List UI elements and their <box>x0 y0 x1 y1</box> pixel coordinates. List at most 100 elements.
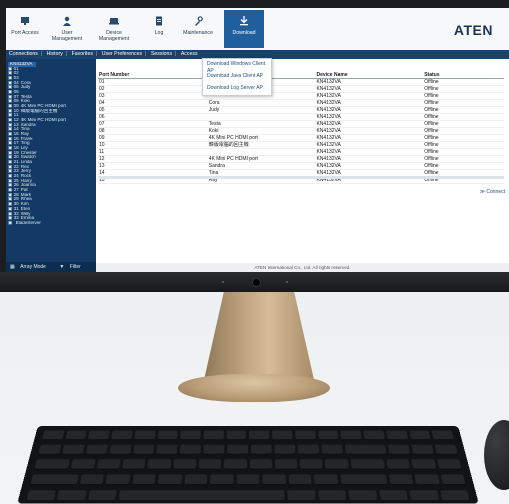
table-cell: Offline <box>424 128 439 134</box>
table-cell <box>209 149 317 155</box>
tree-item-name: Emma <box>20 216 35 221</box>
tab-access[interactable]: Access <box>178 51 201 57</box>
tree-item-number: 19 <box>13 150 19 155</box>
tree-item-number: 07 <box>13 94 19 99</box>
tab-separator: | <box>95 51 98 57</box>
table-cell: 03 <box>99 93 105 99</box>
wrench-icon <box>193 16 203 26</box>
table-cell: 06 <box>99 114 105 120</box>
tree-item-number: 27 <box>13 188 19 193</box>
table-row[interactable]: 05 Judy KN4132VA Offline <box>98 107 504 114</box>
keyboard-row <box>22 474 474 486</box>
table-cell: KN4132VA <box>316 149 341 155</box>
tree-item-name: Willy <box>20 211 31 216</box>
connect-button[interactable]: ≫ Connect <box>480 189 505 195</box>
horizontal-scrollbar[interactable] <box>98 176 504 179</box>
table-cell: KN4132VA <box>316 107 341 113</box>
table-cell: 韓版電腦的回主機 <box>208 142 249 148</box>
table-cell: KN4132VA <box>316 100 341 106</box>
tree-item-number: 15 <box>13 132 19 137</box>
table-row[interactable]: 02 KN4132VA Offline <box>98 86 504 93</box>
table-cell: Sandra <box>208 163 225 169</box>
tree-item-number: 28 <box>13 192 19 197</box>
table-row[interactable]: 11 KN4132VA Offline <box>98 149 504 156</box>
table-row[interactable]: 03 KN4132VA Offline <box>98 93 504 100</box>
port-table: Port Number Port Name Device Name Status… <box>98 72 504 184</box>
tree-item-name: Testa <box>20 94 32 99</box>
table-cell: 09 <box>99 135 105 141</box>
table-row[interactable]: 07 Testa KN4132VA Offline <box>98 121 504 128</box>
download-label: Download <box>232 30 256 36</box>
tree-item-number: 16 <box>13 136 19 141</box>
table-cell: KN4132VA <box>316 79 341 85</box>
tree-item-number: 08 <box>13 99 19 104</box>
array-mode-button[interactable]: ▦ Array Mode <box>10 264 46 270</box>
tree-item-number: 11 <box>13 113 19 118</box>
tree-item-name: Tina <box>20 127 30 132</box>
download-button[interactable]: Download <box>224 10 264 48</box>
screen: Port Access User Management Device Manag… <box>6 8 509 272</box>
download-java-client-item[interactable]: Download Java Client AP <box>203 71 271 83</box>
monitor-chin <box>0 272 509 292</box>
tree-item-number: 33 <box>13 216 19 221</box>
table-cell: 04 <box>99 100 105 106</box>
log-button[interactable]: Log <box>144 10 174 48</box>
tab-history[interactable]: History <box>44 51 66 57</box>
tree-item-name: Linda <box>20 160 32 165</box>
table-row[interactable]: 10 韓版電腦的回主機 KN4132VA Offline <box>98 142 504 149</box>
tree-item-name: Swatch <box>20 155 36 160</box>
table-cell: KN4132VA <box>316 114 341 120</box>
keyboard-row <box>30 444 466 455</box>
tree-item-number: 18 <box>13 146 19 151</box>
tree-item-number: 12 <box>13 118 19 123</box>
table-cell: 07 <box>99 121 105 127</box>
monitor-icon <box>20 16 30 26</box>
mouse <box>484 420 509 490</box>
maintenance-button[interactable]: Maintenance <box>180 10 216 48</box>
tab-connections[interactable]: Connections <box>6 51 41 57</box>
tree-item-number: 20 <box>13 155 19 160</box>
tree-item-name: Ting <box>20 141 30 146</box>
table-cell: 13 <box>99 163 105 169</box>
array-mode-label: Array Mode <box>20 264 46 270</box>
table-row[interactable]: 01 KN4132VA Offline <box>98 79 504 86</box>
tab-separator: | <box>40 51 43 57</box>
keyboard <box>17 426 479 504</box>
download-menu: Download Windows Client AP Download Java… <box>202 58 272 96</box>
table-row[interactable]: 13 Sandra KN4132VA Offline <box>98 163 504 170</box>
tree-item-name: Harry <box>20 178 32 183</box>
table-cell: 08 <box>99 128 105 134</box>
tree-item-number: 21 <box>13 160 19 165</box>
table-cell: KN4132VA <box>316 163 341 169</box>
tree-item[interactable]: ▣ BladeServer <box>8 221 94 226</box>
monitor-base <box>178 374 330 402</box>
header-port-number[interactable]: Port Number <box>98 72 209 78</box>
table-cell: Offline <box>424 100 439 106</box>
camera-icon <box>252 278 261 287</box>
table-row[interactable]: 04 Cora KN4132VA Offline <box>98 100 504 107</box>
monitor: Port Access User Management Device Manag… <box>0 0 509 292</box>
table-row[interactable]: 06 KN4132VA Offline <box>98 114 504 121</box>
table-cell: Offline <box>424 156 439 162</box>
filter-button[interactable]: ▼ Filter <box>59 264 80 270</box>
table-row[interactable]: 12 4K Mini PC HDMI port KN4132VA Offline <box>98 156 504 163</box>
port-access-button[interactable]: Port Access <box>8 10 42 48</box>
download-log-server-item[interactable]: Download Log Server AP <box>203 83 271 95</box>
header-status[interactable]: Status <box>424 72 504 78</box>
device-management-button[interactable]: Device Management <box>92 10 136 48</box>
table-row[interactable]: 09 4K Mini PC HDMI port KN4132VA Offline <box>98 135 504 142</box>
table-row[interactable]: 08 Koki KN4132VA Offline <box>98 128 504 135</box>
table-cell: Offline <box>424 142 439 148</box>
tab-sessions[interactable]: Sessions <box>148 51 175 57</box>
tree-item-number: 29 <box>13 197 19 202</box>
user-management-button[interactable]: User Management <box>46 10 88 48</box>
log-label: Log <box>154 30 164 36</box>
connect-label: Connect <box>486 189 505 195</box>
header-device-name[interactable]: Device Name <box>316 72 424 78</box>
keyboard-row <box>18 490 478 502</box>
tab-favorites[interactable]: Favorites <box>69 51 96 57</box>
tab-user-preferences[interactable]: User Preferences <box>99 51 145 57</box>
table-cell: KN4132VA <box>316 93 341 99</box>
download-windows-client-item[interactable]: Download Windows Client AP <box>203 59 271 74</box>
tree-item-number: 04 <box>13 80 19 85</box>
